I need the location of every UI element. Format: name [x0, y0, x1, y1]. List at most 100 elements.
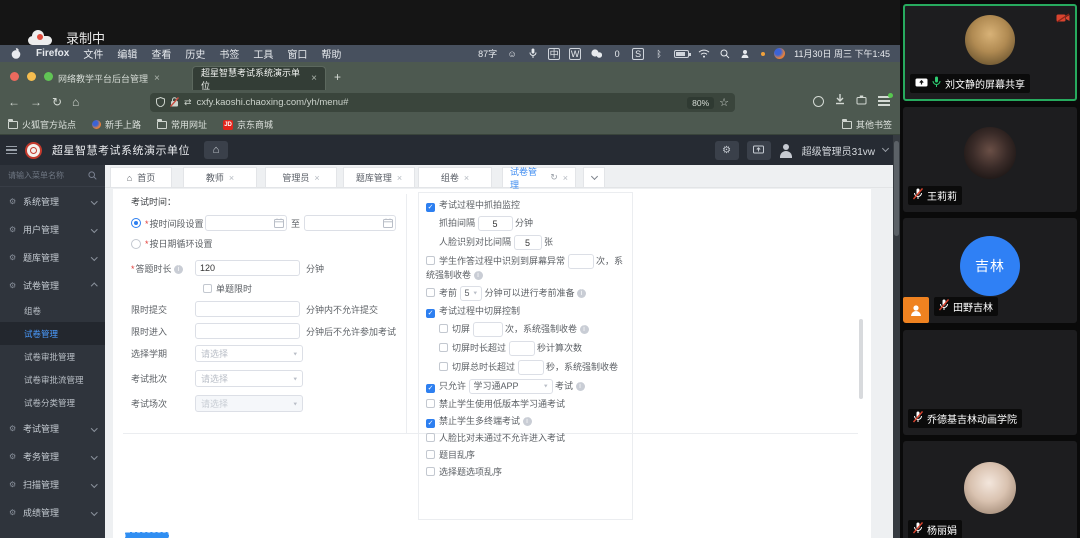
- capture-interval-input[interactable]: [478, 216, 513, 231]
- switch-duration-input[interactable]: [509, 341, 535, 356]
- sidebar-item-paper-category[interactable]: 试卷分类管理: [0, 391, 105, 414]
- single-question-limit-checkbox[interactable]: [203, 284, 212, 293]
- collapse-sidebar-icon[interactable]: [6, 146, 17, 155]
- info-icon[interactable]: i: [474, 271, 483, 280]
- bookmark-jd[interactable]: JD京东商城: [223, 118, 273, 131]
- apple-icon[interactable]: [10, 48, 22, 60]
- sidebar-item-paper-approval[interactable]: 试卷审批管理: [0, 345, 105, 368]
- screen-abnormal-checkbox[interactable]: [426, 256, 435, 265]
- close-icon[interactable]: ×: [464, 173, 469, 183]
- browser-scrollbar[interactable]: [893, 135, 900, 538]
- participant-tile[interactable]: 杨丽娟: [903, 441, 1077, 538]
- sidebar-group-papers[interactable]: ⚙试卷管理: [0, 271, 105, 299]
- info-icon[interactable]: i: [576, 382, 585, 391]
- bluetooth-icon[interactable]: ᛒ: [653, 48, 665, 60]
- forward-button[interactable]: →: [30, 95, 42, 109]
- close-icon[interactable]: ×: [229, 173, 234, 183]
- lock-warning-icon[interactable]: [170, 94, 179, 112]
- exam-session-select[interactable]: 请选择▾: [195, 395, 303, 412]
- settings-gear-button[interactable]: ⚙: [715, 141, 739, 160]
- wechat-icon[interactable]: [590, 48, 602, 60]
- sidebar-group-system[interactable]: ⚙系统管理: [0, 187, 105, 215]
- bookmark-star-icon[interactable]: ☆: [719, 96, 729, 109]
- emoji-icon[interactable]: ☺: [506, 48, 518, 60]
- screen-abnormal-input[interactable]: [568, 254, 594, 269]
- window-controls[interactable]: [10, 72, 53, 81]
- only-allow-checkbox[interactable]: ✓: [426, 384, 435, 393]
- menu-edit[interactable]: 编辑: [117, 46, 137, 61]
- close-icon[interactable]: ×: [397, 173, 402, 183]
- switch-total-checkbox[interactable]: [439, 362, 448, 371]
- cast-share-button[interactable]: [747, 141, 771, 160]
- sidebar-group-exams[interactable]: ⚙考试管理: [0, 414, 105, 442]
- sidebar-item-assemble[interactable]: 组卷: [0, 299, 105, 322]
- chevron-down-icon[interactable]: [882, 145, 889, 152]
- user-avatar[interactable]: [779, 143, 794, 158]
- menu-tools[interactable]: 工具: [253, 46, 273, 61]
- app-menu-icon[interactable]: [878, 96, 890, 106]
- spotlight-search-icon[interactable]: [719, 48, 731, 60]
- menu-window[interactable]: 窗口: [287, 46, 307, 61]
- panel-scrollbar[interactable]: [859, 319, 863, 399]
- dictation-mic-icon[interactable]: [527, 48, 539, 60]
- close-tab-icon[interactable]: ×: [311, 73, 317, 84]
- switch-duration-checkbox[interactable]: [439, 343, 448, 352]
- refresh-icon[interactable]: ↻: [550, 172, 558, 183]
- end-date-field[interactable]: [304, 215, 396, 231]
- menu-firefox[interactable]: Firefox: [36, 48, 69, 59]
- browser-tab-admin[interactable]: 网络教学平台后台管理 ×: [50, 66, 188, 90]
- start-date-field[interactable]: [205, 215, 287, 231]
- screenshot-icon[interactable]: [856, 95, 867, 108]
- before-exam-checkbox[interactable]: [426, 288, 435, 297]
- username[interactable]: 超级管理员31vw: [802, 143, 875, 158]
- s-app-icon[interactable]: S: [632, 48, 644, 60]
- info-icon[interactable]: i: [577, 289, 586, 298]
- close-window-button[interactable]: [10, 72, 19, 81]
- minimize-window-button[interactable]: [27, 72, 36, 81]
- firefox-menubar-icon[interactable]: [774, 48, 785, 59]
- sidebar-item-paper-management[interactable]: 试卷管理: [0, 322, 105, 345]
- limit-enter-input[interactable]: [195, 323, 300, 339]
- switch-total-input[interactable]: [518, 360, 544, 375]
- ring-app-icon[interactable]: 0: [611, 48, 623, 60]
- face-fail-checkbox[interactable]: [426, 433, 435, 442]
- limit-submit-input[interactable]: [195, 301, 300, 317]
- radio-by-period[interactable]: [131, 218, 141, 228]
- save-button[interactable]: [125, 532, 169, 538]
- close-icon[interactable]: ×: [314, 173, 319, 183]
- radio-by-date-cycle[interactable]: [131, 239, 141, 249]
- browser-tab-exam[interactable]: 超星智慧考试系统演示单位 ×: [192, 66, 326, 90]
- browser-home-button[interactable]: ⌂: [72, 95, 79, 109]
- page-tab-administrator[interactable]: 管理员×: [265, 167, 337, 188]
- before-exam-select[interactable]: 5▾: [460, 286, 483, 301]
- battery-icon[interactable]: [674, 50, 689, 58]
- question-shuffle-checkbox[interactable]: [426, 450, 435, 459]
- tab-list-dropdown-button[interactable]: [583, 167, 605, 188]
- menu-help[interactable]: 帮助: [321, 46, 341, 61]
- face-interval-input[interactable]: [514, 235, 542, 250]
- forbid-multi-terminal-checkbox[interactable]: ✓: [426, 419, 435, 428]
- bookmark-folder-common-sites[interactable]: 常用网址: [157, 118, 207, 131]
- duration-input[interactable]: [195, 260, 300, 276]
- close-tab-icon[interactable]: ×: [154, 73, 160, 84]
- page-tab-paper-management[interactable]: 试卷管理 ↻ ×: [502, 167, 576, 188]
- semester-select[interactable]: 请选择▾: [195, 345, 303, 362]
- word-icon[interactable]: W: [569, 48, 581, 60]
- monitor-checkbox[interactable]: ✓: [426, 203, 435, 212]
- participant-tile[interactable]: 吉林 田野吉林: [903, 218, 1077, 323]
- switch-count-checkbox[interactable]: [439, 324, 448, 333]
- back-button[interactable]: ←: [8, 95, 20, 109]
- info-icon[interactable]: i: [580, 325, 589, 334]
- app-home-button[interactable]: ⌂: [204, 141, 228, 159]
- zoom-level-badge[interactable]: 80%: [687, 97, 714, 109]
- url-bar[interactable]: ⇄ cxfy.kaoshi.chaoxing.com/yh/menu# 80% …: [150, 93, 735, 112]
- sidebar-group-question-bank[interactable]: ⚙题库管理: [0, 243, 105, 271]
- forbid-low-version-checkbox[interactable]: [426, 399, 435, 408]
- bookmark-getting-started[interactable]: 新手上路: [92, 118, 141, 131]
- sidebar-group-scanning[interactable]: ⚙扫描管理: [0, 470, 105, 498]
- info-icon[interactable]: i: [523, 417, 532, 426]
- menubar-datetime[interactable]: 11月30日 周三 下午1:45: [794, 47, 890, 60]
- bookmark-folder-firefox-official[interactable]: 火狐官方站点: [8, 118, 76, 131]
- page-tab-home[interactable]: ⌂ 首页: [110, 167, 172, 188]
- participant-tile[interactable]: 王莉莉: [903, 107, 1077, 212]
